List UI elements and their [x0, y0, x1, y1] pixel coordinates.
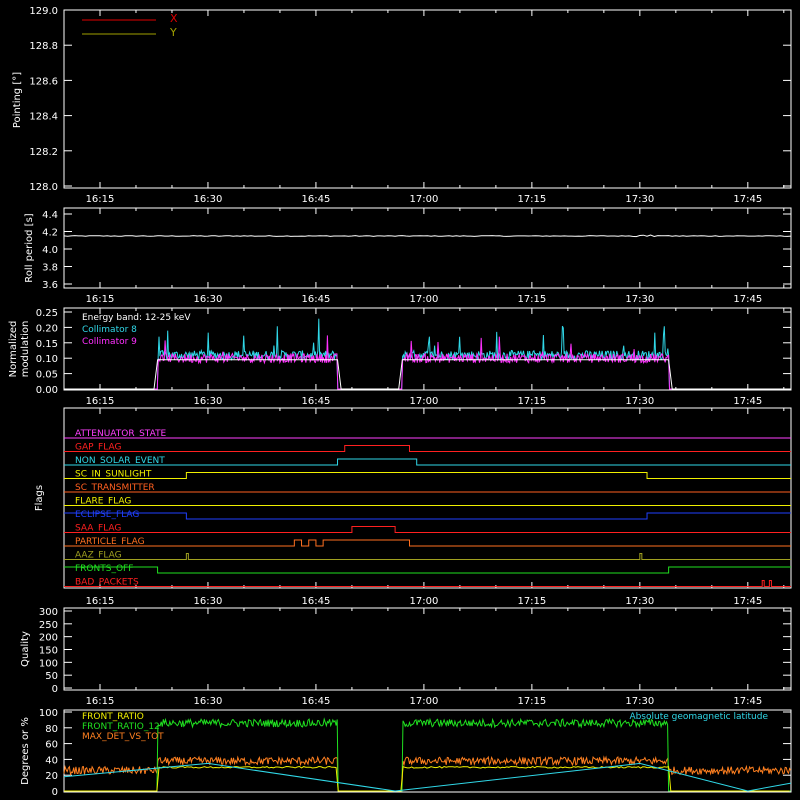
y-tick-label: 60	[45, 740, 58, 751]
y-tick-label: 0	[52, 787, 58, 798]
ratios-legend-front: FRONT_RATIO	[82, 712, 144, 722]
x-tick-label: 17:45	[733, 596, 762, 607]
x-tick-label: 17:15	[517, 294, 546, 305]
y-tick-label: 0.10	[36, 354, 58, 365]
x-tick-label: 16:15	[86, 596, 115, 607]
ratios-right-label: Absolute geomagnetic latitude	[629, 712, 768, 722]
y-tick-label: 20	[45, 771, 58, 782]
x-tick-label: 16:45	[302, 596, 331, 607]
x-tick-label: 16:15	[86, 696, 115, 707]
y-tick-label: 3.8	[42, 263, 58, 274]
x-tick-label: 16:45	[302, 294, 331, 305]
y-tick-label: 100	[39, 708, 58, 719]
x-tick-label: 17:30	[625, 596, 654, 607]
ratios-legend-front12: FRONT_RATIO_12	[82, 722, 160, 732]
x-tick-label: 16:15	[86, 396, 115, 407]
x-tick-label: 17:45	[733, 194, 762, 205]
x-tick-label: 16:30	[194, 596, 223, 607]
modulation-legend-c8: Collimator 8	[82, 325, 137, 335]
x-tick-label: 17:15	[517, 396, 546, 407]
x-tick-label: 17:45	[733, 696, 762, 707]
x-tick-label: 16:15	[86, 294, 115, 305]
y-tick-label: 4.2	[42, 228, 58, 239]
y-tick-label: 3.6	[42, 280, 58, 291]
x-tick-label: 16:30	[194, 696, 223, 707]
x-tick-label: 16:45	[302, 396, 331, 407]
x-tick-label: 17:00	[409, 696, 438, 707]
x-tick-label: 17:00	[409, 396, 438, 407]
y-tick-label: 150	[39, 646, 58, 657]
y-tick-label: 0.15	[36, 339, 58, 350]
roll-ylabel: Roll period [s]	[24, 213, 35, 282]
x-tick-label: 17:15	[517, 596, 546, 607]
y-tick-label: 129.0	[29, 6, 58, 17]
y-tick-label: 128.0	[29, 182, 58, 193]
y-tick-label: 128.6	[29, 76, 58, 87]
flag-label: FRONTS_OFF	[75, 564, 133, 574]
flags-ylabel: Flags	[34, 485, 45, 511]
y-tick-label: 0.05	[36, 370, 58, 381]
y-tick-label: 100	[39, 658, 58, 669]
x-tick-label: 17:15	[517, 696, 546, 707]
x-tick-label: 17:30	[625, 294, 654, 305]
y-tick-label: 0.25	[36, 308, 58, 319]
legend-y: Y	[169, 26, 177, 39]
x-tick-label: 17:45	[733, 294, 762, 305]
y-tick-label: 300	[39, 607, 58, 618]
y-tick-label: 128.2	[29, 147, 58, 158]
x-tick-label: 16:30	[194, 194, 223, 205]
x-tick-label: 17:15	[517, 194, 546, 205]
y-tick-label: 250	[39, 620, 58, 631]
y-tick-label: 4.4	[42, 210, 58, 221]
y-tick-label: 4.0	[42, 245, 58, 256]
modulation-legend-band: Energy band: 12-25 keV	[82, 313, 191, 323]
x-tick-label: 17:00	[409, 596, 438, 607]
y-tick-label: 128.4	[29, 112, 58, 123]
x-tick-label: 17:45	[733, 396, 762, 407]
x-tick-label: 16:30	[194, 396, 223, 407]
x-tick-label: 16:45	[302, 194, 331, 205]
x-tick-label: 17:00	[409, 294, 438, 305]
y-tick-label: 80	[45, 724, 58, 735]
x-tick-label: 17:30	[625, 194, 654, 205]
modulation-ylabel-1: Normalized	[8, 321, 19, 378]
y-tick-label: 0.00	[36, 385, 58, 396]
y-tick-label: 40	[45, 755, 58, 766]
legend-x: X	[170, 12, 178, 25]
y-tick-label: 0	[52, 684, 58, 695]
y-tick-label: 200	[39, 633, 58, 644]
x-tick-label: 16:30	[194, 294, 223, 305]
x-tick-label: 16:15	[86, 194, 115, 205]
y-tick-label: 0.20	[36, 323, 58, 334]
x-tick-label: 17:00	[409, 194, 438, 205]
modulation-legend-c9: Collimator 9	[82, 337, 137, 347]
modulation-ylabel-2: modulation	[20, 321, 31, 378]
x-tick-label: 16:45	[302, 696, 331, 707]
x-tick-label: 17:30	[625, 696, 654, 707]
x-tick-label: 17:30	[625, 396, 654, 407]
ratios-legend-maxdet: MAX_DET_VS_TOT	[82, 732, 164, 742]
y-tick-label: 128.8	[29, 41, 58, 52]
y-tick-label: 50	[45, 671, 58, 682]
flag-label: ECLIPSE_FLAG	[75, 510, 139, 520]
hessi-quicklook-chart: Pointing [°] 128.0 128.2 128.4 128.6 128.8 12…	[0, 0, 800, 800]
ratios-ylabel: Degrees or %	[20, 717, 31, 785]
quality-ylabel: Quality	[20, 631, 31, 667]
pointing-ylabel: Pointing [°]	[12, 72, 23, 128]
